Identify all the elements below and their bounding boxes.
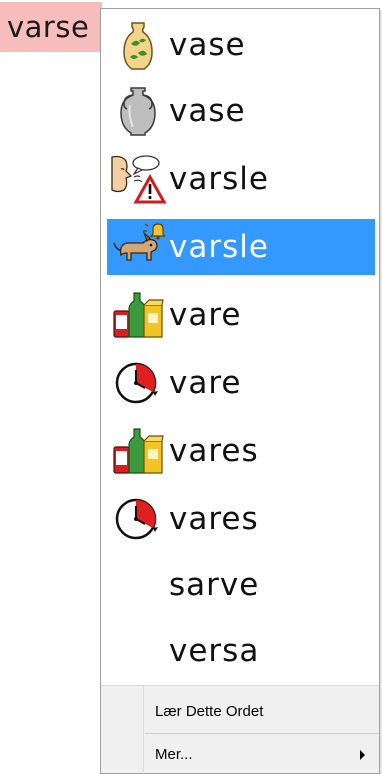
empty-symbol-slot: [107, 623, 169, 679]
suggestion-item-versa[interactable]: versa: [107, 623, 375, 679]
suggestion-word: vares: [169, 501, 259, 537]
suggestion-list: vase vase varsle varsle vare vare vares …: [101, 9, 379, 686]
suggestion-word: vare: [169, 365, 242, 401]
word-prediction-popup: vase vase varsle varsle vare vare vares …: [100, 8, 380, 774]
submenu-arrow-icon: [360, 750, 365, 760]
typed-word-highlight: varse: [0, 2, 102, 52]
menu-gutter-divider: [143, 686, 144, 774]
clock-duration-icon: [107, 355, 169, 411]
menu-separator: [145, 733, 379, 734]
suggestion-item-vare-1[interactable]: vare: [107, 287, 375, 343]
empty-symbol-slot: [107, 557, 169, 613]
suggestion-word: varsle: [169, 161, 269, 197]
vase-with-leaves-icon: [107, 17, 169, 73]
suggestion-item-vase-2[interactable]: vase: [107, 83, 375, 139]
suggestion-word: versa: [169, 633, 260, 669]
clock-duration-icon: [107, 491, 169, 547]
suggestion-item-vares-2[interactable]: vares: [107, 491, 375, 547]
suggestion-item-vares-1[interactable]: vares: [107, 423, 375, 479]
suggestion-item-vase-1[interactable]: vase: [107, 17, 375, 73]
suggestion-word: vare: [169, 297, 242, 333]
dog-alert-bell-icon: [107, 219, 169, 275]
learn-word-menu-item[interactable]: Lær Dette Ordet: [145, 694, 379, 730]
suggestion-item-varsle-2[interactable]: varsle: [107, 219, 375, 275]
warning-speech-icon: [107, 151, 169, 207]
suggestion-word: vares: [169, 433, 259, 469]
more-menu-item[interactable]: Mer...: [145, 737, 379, 773]
more-label: Mer...: [155, 746, 193, 763]
grey-amphora-vase-icon: [107, 83, 169, 139]
suggestion-word: sarve: [169, 567, 260, 603]
goods-products-icon: [107, 423, 169, 479]
learn-word-label: Lær Dette Ordet: [155, 703, 264, 720]
suggestion-word: vase: [169, 93, 246, 129]
suggestion-word: vase: [169, 27, 246, 63]
suggestion-item-varsle-1[interactable]: varsle: [107, 151, 375, 207]
suggestion-item-vare-2[interactable]: vare: [107, 355, 375, 411]
suggestion-item-sarve[interactable]: sarve: [107, 557, 375, 613]
goods-products-icon: [107, 287, 169, 343]
suggestion-word: varsle: [169, 229, 269, 265]
